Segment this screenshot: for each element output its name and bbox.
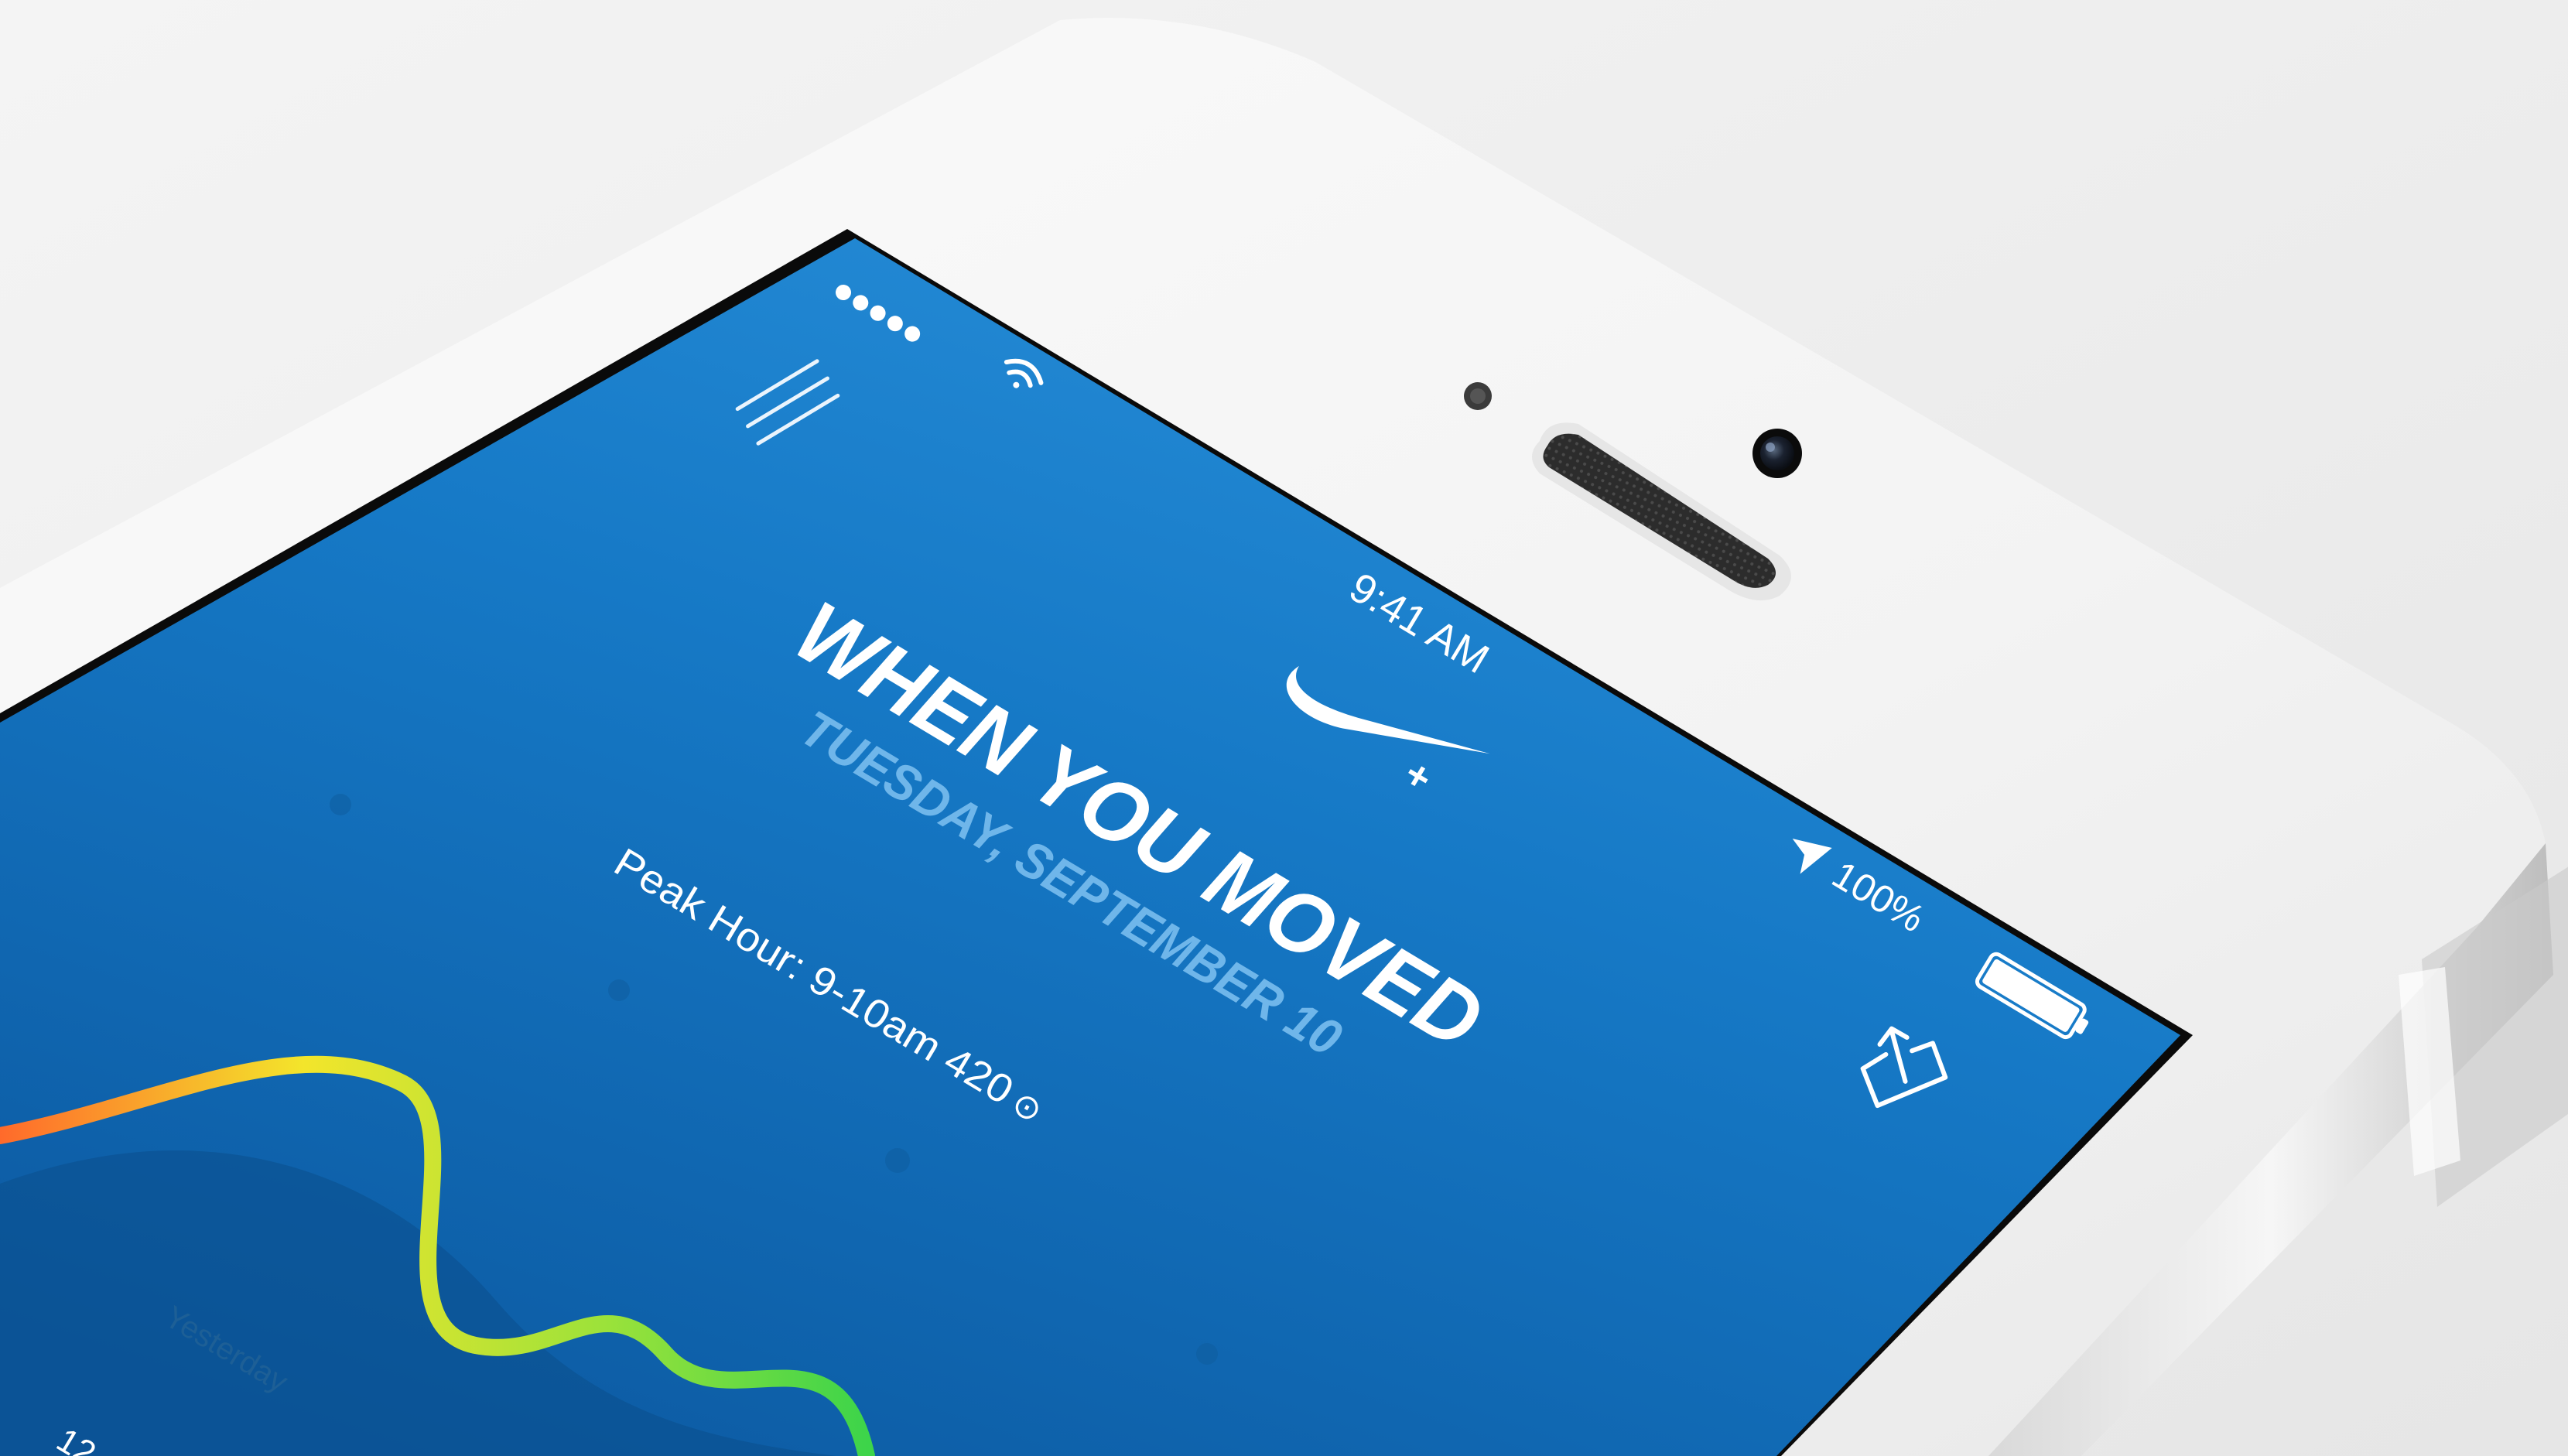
front-camera (1752, 429, 1802, 478)
scene-canvas: Yesterday 12 9:41 AM + WHEN YOU MOVED TU… (0, 0, 2568, 1456)
device-scene: Yesterday 12 9:41 AM + WHEN YOU MOVED TU… (0, 0, 2568, 1456)
